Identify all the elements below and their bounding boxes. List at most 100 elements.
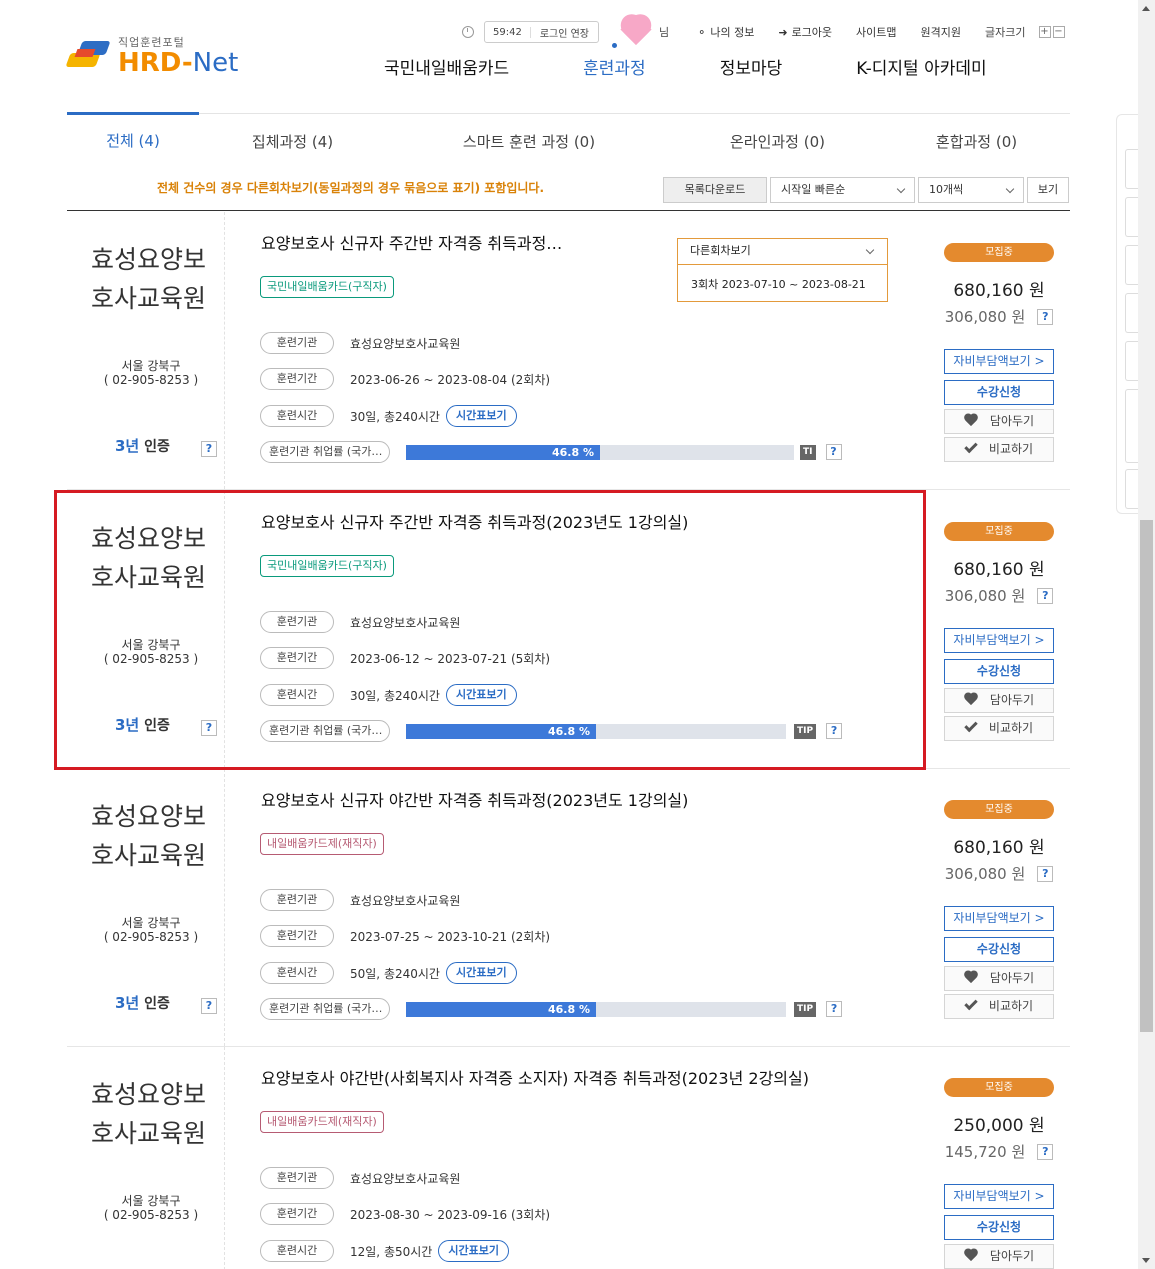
- self-pay-button[interactable]: 자비부담액보기 >: [944, 906, 1054, 931]
- employment-help-button[interactable]: ?: [826, 1001, 843, 1017]
- compare-button[interactable]: 비교하기: [944, 994, 1054, 1019]
- price-help-button[interactable]: ?: [1037, 587, 1054, 604]
- self-pay-price: 306,080 원: [944, 308, 1026, 326]
- nav-training[interactable]: 훈련과정: [583, 43, 646, 79]
- heart-icon: [617, 17, 655, 47]
- tip-badge[interactable]: TIP: [794, 723, 817, 739]
- compare-button[interactable]: 비교하기: [944, 716, 1054, 741]
- course-title[interactable]: 요양보호사 야간반(사회복지사 자격증 소지자) 자격증 취득과정(2023년 …: [261, 1065, 809, 1089]
- apply-button[interactable]: 수강신청: [944, 1215, 1054, 1240]
- tab-smart[interactable]: 스마트 훈련 과정 (0): [386, 114, 672, 166]
- list-top-divider: [67, 210, 1070, 211]
- sort-select[interactable]: 시작일 빠른순: [770, 177, 915, 203]
- nav-card[interactable]: 국민내일배움카드: [384, 54, 509, 79]
- course-price: 680,160 원: [953, 560, 1045, 580]
- org-value: 효성요양보호사교육원: [350, 336, 461, 351]
- course-title[interactable]: 요양보호사 신규자 야간반 자격증 취득과정(2023년도 1강의실): [261, 787, 688, 811]
- card-type-badge: 내일배움카드제(재직자): [260, 833, 384, 855]
- price-help-button[interactable]: ?: [1037, 308, 1054, 325]
- institution-name[interactable]: 효성요양보호사교육원: [91, 1075, 221, 1153]
- check-icon: [964, 718, 978, 733]
- time-value: 30일, 총240시간: [350, 688, 440, 703]
- login-extend-button[interactable]: 로그인 연장: [531, 25, 598, 40]
- status-badge: 모집중: [944, 243, 1054, 262]
- per-page-select[interactable]: 10개씩: [918, 177, 1024, 203]
- tip-badge[interactable]: TI: [800, 444, 816, 460]
- page-scrollbar[interactable]: [1138, 0, 1155, 1269]
- self-pay-price: 145,720 원: [944, 1143, 1026, 1161]
- cert-help-button[interactable]: ?: [201, 720, 217, 736]
- other-session-dropdown[interactable]: 다른회차보기 3회차 2023-07-10 ~ 2023-08-21: [677, 238, 888, 302]
- user-icon: ⚬: [697, 25, 707, 39]
- self-pay-button[interactable]: 자비부담액보기 >: [944, 628, 1054, 653]
- employment-rate-bar: 46.8 %: [406, 723, 786, 739]
- tip-badge[interactable]: TIP: [794, 1001, 817, 1017]
- institution-name[interactable]: 효성요양보호사교육원: [91, 240, 221, 318]
- scroll-down-arrow[interactable]: [1142, 1258, 1150, 1263]
- self-pay-button[interactable]: 자비부담액보기 >: [944, 1184, 1054, 1209]
- employment-help-button[interactable]: ?: [825, 444, 842, 460]
- save-button[interactable]: 담아두기: [944, 966, 1054, 991]
- employment-rate-bar: 46.8 %: [406, 1001, 786, 1017]
- time-label: 훈련시간: [260, 962, 334, 984]
- apply-button[interactable]: 수강신청: [944, 659, 1054, 684]
- main-nav: 국민내일배움카드 훈련과정 정보마당 K-디지털 아카데미: [384, 43, 1061, 79]
- save-button[interactable]: 담아두기: [944, 688, 1054, 713]
- other-session-option[interactable]: 3회차 2023-07-10 ~ 2023-08-21: [678, 265, 887, 292]
- session-timer: 59:42 로그인 연장: [484, 21, 600, 43]
- logout-link[interactable]: ➜ 로그아웃: [778, 24, 832, 40]
- tab-offline[interactable]: 집체과정 (4): [199, 114, 386, 166]
- logo-icon: [65, 35, 112, 75]
- other-session-label[interactable]: 다른회차보기: [678, 239, 887, 265]
- org-row: 훈련기관 효성요양보호사교육원: [260, 611, 460, 633]
- institution-name[interactable]: 효성요양보호사교육원: [91, 797, 221, 875]
- tab-all[interactable]: 전체 (4): [67, 112, 199, 164]
- font-decrease-button[interactable]: −: [1052, 26, 1065, 38]
- my-info-link[interactable]: ⚬ 나의 정보: [697, 24, 754, 40]
- timetable-button[interactable]: 시간표보기: [445, 962, 517, 984]
- course-title[interactable]: 요양보호사 신규자 주간반 자격증 취득과정(2023년도 1강의실): [261, 509, 688, 533]
- view-button[interactable]: 보기: [1027, 177, 1069, 203]
- self-pay-button[interactable]: 자비부담액보기 >: [944, 349, 1054, 374]
- timetable-button[interactable]: 시간표보기: [438, 1240, 509, 1262]
- save-button[interactable]: 담아두기: [944, 1244, 1054, 1269]
- course-card: 효성요양보호사교육원 서울 강북구 ( 02-905-8253 ) 요양보호사 …: [67, 1047, 1070, 1269]
- org-row: 훈련기관 효성요양보호사교육원: [260, 1167, 460, 1189]
- period-row: 훈련기간 2023-06-26 ~ 2023-08-04 (2회차): [260, 368, 550, 390]
- sitemap-link[interactable]: 사이트맵: [856, 24, 896, 40]
- font-increase-button[interactable]: +: [1038, 26, 1051, 38]
- period-label: 훈련기간: [260, 368, 334, 390]
- nav-k-digital[interactable]: K-디지털 아카데미: [856, 54, 986, 79]
- cert-help-button[interactable]: ?: [201, 998, 217, 1014]
- scroll-up-arrow[interactable]: [1142, 6, 1150, 11]
- hrd-net-logo[interactable]: 직업훈련포털 HRD-Net: [65, 34, 238, 76]
- period-row: 훈련기간 2023-06-12 ~ 2023-07-21 (5회차): [260, 647, 550, 669]
- employment-row: 훈련기관 취업률 (국가… 46.8 % TIP ?: [260, 998, 843, 1020]
- employment-rate-bar: 46.8 %: [406, 444, 794, 460]
- institution-name[interactable]: 효성요양보호사교육원: [91, 519, 221, 597]
- tab-online[interactable]: 온라인과정 (0): [672, 114, 883, 166]
- time-value: 12일, 총50시간: [350, 1244, 433, 1259]
- apply-button[interactable]: 수강신청: [944, 380, 1054, 405]
- cert-help-button[interactable]: ?: [201, 441, 217, 457]
- timetable-button[interactable]: 시간표보기: [445, 405, 517, 427]
- tab-blended[interactable]: 혼합과정 (0): [883, 114, 1070, 166]
- price-help-button[interactable]: ?: [1037, 1143, 1054, 1160]
- save-button[interactable]: 담아두기: [944, 409, 1054, 434]
- course-title[interactable]: 요양보호사 신규자 주간반 자격증 취득과정…: [261, 230, 562, 254]
- apply-button[interactable]: 수강신청: [944, 937, 1054, 962]
- nav-info[interactable]: 정보마당: [720, 54, 783, 79]
- card-type-badge: 국민내일배움카드(구직자): [260, 555, 394, 577]
- self-pay-price: 306,080 원: [944, 865, 1026, 883]
- heart-icon: [964, 1249, 978, 1261]
- scroll-thumb[interactable]: [1140, 520, 1153, 1032]
- compare-button[interactable]: 비교하기: [944, 437, 1054, 462]
- employment-help-button[interactable]: ?: [826, 723, 843, 739]
- price-help-button[interactable]: ?: [1037, 865, 1054, 882]
- period-label: 훈련기간: [260, 647, 334, 669]
- time-row: 훈련시간 50일, 총240시간 시간표보기: [260, 962, 517, 984]
- timetable-button[interactable]: 시간표보기: [445, 684, 517, 706]
- course-price: 680,160 원: [953, 838, 1045, 858]
- download-list-button[interactable]: 목록다운로드: [663, 177, 767, 203]
- remote-support-link[interactable]: 원격지원: [921, 24, 961, 40]
